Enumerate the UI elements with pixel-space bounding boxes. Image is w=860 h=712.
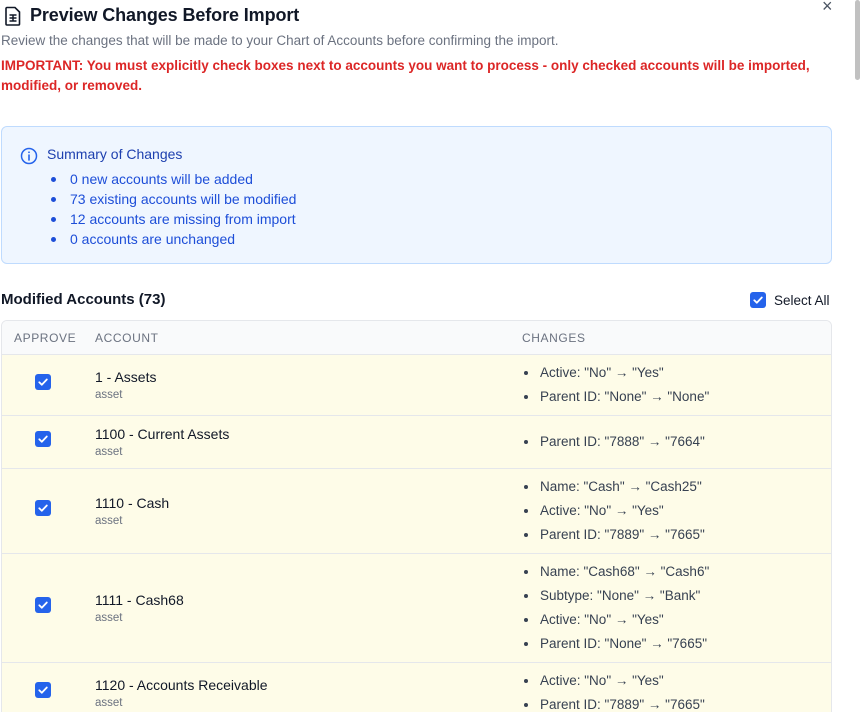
change-item: Name: "Cash" → "Cash25" (524, 475, 705, 499)
approve-checkbox[interactable] (35, 431, 51, 447)
changes-list: Name: "Cash68" → "Cash6" Subtype: "None"… (524, 560, 709, 656)
change-item: Parent ID: "7889" → "7665" (524, 523, 705, 547)
account-cell: 1111 - Cash68 asset (95, 592, 184, 624)
table-header: APPROVE ACCOUNT CHANGES (2, 321, 831, 355)
change-item: Parent ID: "None" → "7665" (524, 632, 709, 656)
account-name: 1110 - Cash (95, 495, 170, 511)
close-icon[interactable]: × (822, 0, 833, 15)
changes-list: Active: "No" → "Yes" Parent ID: "7889" →… (524, 669, 705, 712)
account-type: asset (95, 697, 123, 709)
account-cell: 1110 - Cash asset (95, 495, 169, 527)
approve-checkbox[interactable] (35, 500, 51, 516)
account-name: 1111 - Cash68 (95, 592, 184, 608)
select-all-label: Select All (774, 292, 830, 308)
change-item: Name: "Cash68" → "Cash6" (524, 560, 709, 584)
account-cell: 1120 - Accounts Receivable asset (95, 677, 268, 709)
change-item: Active: "No" → "Yes" (524, 361, 709, 385)
change-item: Active: "No" → "Yes" (524, 608, 709, 632)
change-item: Active: "No" → "Yes" (524, 669, 705, 693)
preview-changes-dialog: Preview Changes Before Import × Review t… (0, 0, 860, 712)
account-type: asset (95, 389, 123, 401)
summary-item: 73 existing accounts will be modified (48, 189, 296, 209)
change-item: Parent ID: "None" → "None" (524, 385, 709, 409)
table-row: 1110 - Cash asset Name: "Cash" → "Cash25… (2, 469, 831, 554)
changes-list: Active: "No" → "Yes" Parent ID: "None" →… (524, 361, 709, 409)
column-header-account: ACCOUNT (95, 331, 159, 345)
check-icon (38, 435, 48, 443)
modified-accounts-table: APPROVE ACCOUNT CHANGES 1 - Assets asset… (1, 320, 832, 712)
account-name: 1 - Assets (95, 369, 157, 385)
select-all-checkbox[interactable] (750, 292, 766, 308)
account-type: asset (95, 515, 123, 527)
check-icon (38, 378, 48, 386)
important-warning: IMPORTANT: You must explicitly check box… (1, 58, 810, 93)
dialog-header: Preview Changes Before Import (4, 5, 299, 26)
change-item: Active: "No" → "Yes" (524, 499, 705, 523)
summary-item: 12 accounts are missing from import (48, 209, 296, 229)
check-icon (38, 504, 48, 512)
check-icon (38, 601, 48, 609)
summary-list: 0 new accounts will be added 73 existing… (48, 169, 296, 249)
column-header-approve: APPROVE (14, 331, 77, 345)
changes-list: Parent ID: "7888" → "7664" (524, 430, 705, 454)
info-icon (20, 147, 38, 165)
table-row: 1120 - Accounts Receivable asset Active:… (2, 663, 831, 712)
approve-checkbox[interactable] (35, 682, 51, 698)
change-item: Subtype: "None" → "Bank" (524, 584, 709, 608)
check-icon (38, 686, 48, 694)
account-cell: 1 - Assets asset (95, 369, 156, 401)
dialog-subtitle: Review the changes that will be made to … (1, 33, 559, 48)
summary-panel: Summary of Changes 0 new accounts will b… (1, 126, 832, 264)
dialog-title: Preview Changes Before Import (30, 5, 300, 25)
account-cell: 1100 - Current Assets asset (95, 426, 229, 458)
summary-title: Summary of Changes (47, 146, 183, 162)
change-item: Parent ID: "7889" → "7665" (524, 693, 705, 712)
account-type: asset (95, 612, 123, 624)
table-row: 1111 - Cash68 asset Name: "Cash68" → "Ca… (2, 554, 831, 663)
summary-item: 0 new accounts will be added (48, 169, 296, 189)
check-icon (753, 296, 763, 304)
approve-checkbox[interactable] (35, 597, 51, 613)
scrollbar[interactable] (855, 0, 860, 80)
account-name: 1120 - Accounts Receivable (95, 677, 268, 693)
account-type: asset (95, 446, 123, 458)
changes-list: Name: "Cash" → "Cash25" Active: "No" → "… (524, 475, 705, 547)
table-row: 1100 - Current Assets asset Parent ID: "… (2, 416, 831, 469)
change-item: Parent ID: "7888" → "7664" (524, 430, 705, 454)
document-icon (5, 6, 21, 26)
column-header-changes: CHANGES (522, 331, 586, 345)
modified-accounts-title: Modified Accounts (73) (1, 291, 166, 308)
account-name: 1100 - Current Assets (95, 426, 230, 442)
select-all-toggle[interactable]: Select All (750, 292, 830, 308)
table-row: 1 - Assets asset Active: "No" → "Yes" Pa… (2, 355, 831, 416)
approve-checkbox[interactable] (35, 374, 51, 390)
summary-item: 0 accounts are unchanged (48, 229, 296, 249)
